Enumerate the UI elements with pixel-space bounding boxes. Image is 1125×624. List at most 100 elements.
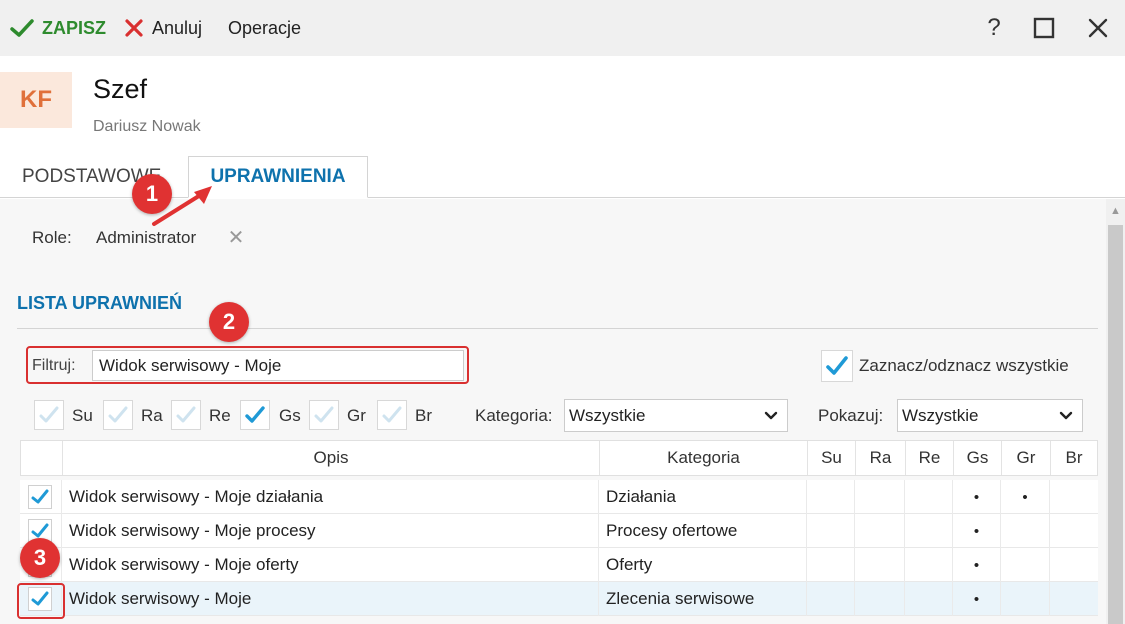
show-select-value: Wszystkie	[902, 405, 979, 425]
cell-gr[interactable]	[1000, 548, 1049, 582]
toggle-gs-label: Gs	[279, 406, 301, 425]
cell-gs[interactable]: •	[952, 480, 1000, 514]
column-header-opis[interactable]: Opis	[62, 441, 599, 475]
toggle-re-label: Re	[209, 406, 231, 425]
table-row[interactable]: Widok serwisowy - Moje oferty Oferty •	[20, 548, 1098, 582]
toggle-su-checkbox[interactable]	[34, 400, 64, 430]
checkmark-icon	[382, 406, 402, 423]
cell-re[interactable]	[904, 582, 952, 616]
toggle-gs-checkbox[interactable]	[240, 400, 270, 430]
column-header-re[interactable]: Re	[905, 441, 953, 475]
checkmark-icon	[108, 406, 128, 423]
category-select[interactable]: Wszystkie	[564, 399, 788, 432]
cell-gr[interactable]: •	[1000, 480, 1049, 514]
checkmark-icon	[176, 406, 196, 423]
avatar: KF	[0, 72, 72, 128]
toggle-br-label: Br	[415, 406, 432, 425]
table-row[interactable]: Widok serwisowy - Moje procesy Procesy o…	[20, 514, 1098, 548]
cell-opis: Widok serwisowy - Moje oferty	[61, 548, 598, 582]
column-header-ra[interactable]: Ra	[855, 441, 905, 475]
cell-gs[interactable]: •	[952, 582, 1000, 616]
category-select-value: Wszystkie	[569, 405, 646, 425]
toggle-ra-label: Ra	[141, 406, 163, 425]
maximize-icon	[1033, 17, 1055, 39]
row-checkbox[interactable]	[28, 485, 52, 509]
category-label: Kategoria:	[475, 406, 553, 425]
select-all-label: Zaznacz/odznacz wszystkie	[859, 356, 1069, 375]
column-header-gs[interactable]: Gs	[953, 441, 1001, 475]
column-header-su[interactable]: Su	[807, 441, 855, 475]
cell-kategoria: Oferty	[598, 548, 806, 582]
column-header-br[interactable]: Br	[1050, 441, 1097, 475]
chevron-down-icon	[764, 411, 778, 420]
cell-kategoria: Działania	[598, 480, 806, 514]
role-chip: Administrator	[96, 228, 197, 247]
cell-ra[interactable]	[854, 480, 904, 514]
save-button[interactable]: ZAPISZ	[10, 0, 106, 56]
checkmark-icon	[31, 489, 49, 504]
column-header-select	[21, 441, 62, 475]
toggle-ra-checkbox[interactable]	[103, 400, 133, 430]
cell-ra[interactable]	[854, 548, 904, 582]
cell-gs[interactable]: •	[952, 514, 1000, 548]
help-button[interactable]: ?	[978, 12, 1010, 44]
cell-ra[interactable]	[854, 514, 904, 548]
cell-su[interactable]	[806, 548, 854, 582]
table-row[interactable]: Widok serwisowy - Moje działania Działan…	[20, 480, 1098, 514]
cell-su[interactable]	[806, 514, 854, 548]
remove-role-icon[interactable]: ✕	[226, 226, 246, 249]
checkbox-highlight-frame	[17, 583, 65, 619]
column-header-gr[interactable]: Gr	[1001, 441, 1050, 475]
operations-menu[interactable]: Operacje	[228, 0, 301, 56]
show-label: Pokazuj:	[818, 406, 884, 425]
cell-su[interactable]	[806, 582, 854, 616]
annotation-callout-1: 1	[132, 174, 172, 214]
toggle-gr-label: Gr	[347, 406, 366, 425]
close-window-button[interactable]	[1082, 12, 1114, 44]
cell-re[interactable]	[904, 480, 952, 514]
toggle-gr-checkbox[interactable]	[309, 400, 339, 430]
close-icon	[1088, 18, 1108, 38]
scroll-thumb[interactable]	[1108, 225, 1123, 624]
checkmark-icon	[31, 523, 49, 538]
maximize-button[interactable]	[1028, 12, 1060, 44]
scroll-up-arrow-icon[interactable]: ▲	[1106, 203, 1125, 219]
cell-gr[interactable]	[1000, 582, 1049, 616]
checkmark-icon	[10, 19, 34, 37]
cell-ra[interactable]	[854, 582, 904, 616]
vertical-scrollbar[interactable]: ▲	[1106, 199, 1125, 624]
checkmark-icon	[245, 406, 265, 423]
checkmark-icon	[39, 406, 59, 423]
cell-gs[interactable]: •	[952, 548, 1000, 582]
toggle-br-checkbox[interactable]	[377, 400, 407, 430]
select-all-checkbox[interactable]	[821, 350, 853, 382]
cell-opis: Widok serwisowy - Moje działania	[61, 480, 598, 514]
cell-br[interactable]	[1049, 548, 1096, 582]
toggle-re-checkbox[interactable]	[171, 400, 201, 430]
section-title: LISTA UPRAWNIEŃ	[17, 293, 182, 313]
cell-kategoria: Zlecenia serwisowe	[598, 582, 806, 616]
show-select[interactable]: Wszystkie	[897, 399, 1083, 432]
cell-br[interactable]	[1049, 582, 1096, 616]
cell-opis: Widok serwisowy - Moje	[61, 582, 598, 616]
cell-kategoria: Procesy ofertowe	[598, 514, 806, 548]
filter-highlight-frame	[26, 346, 469, 384]
checkmark-icon	[314, 406, 334, 423]
cancel-button[interactable]: Anuluj	[124, 0, 202, 56]
cell-gr[interactable]	[1000, 514, 1049, 548]
cell-re[interactable]	[904, 514, 952, 548]
grid-header: Opis Kategoria Su Ra Re Gs Gr Br	[20, 440, 1098, 476]
table-row[interactable]: Widok serwisowy - Moje Zlecenia serwisow…	[20, 582, 1098, 616]
page-title: Szef	[93, 74, 148, 104]
page-subtitle: Dariusz Nowak	[93, 118, 201, 135]
roles-label: Role:	[32, 228, 72, 247]
cell-br[interactable]	[1049, 480, 1096, 514]
cell-su[interactable]	[806, 480, 854, 514]
chevron-down-icon	[1059, 411, 1073, 420]
cell-re[interactable]	[904, 548, 952, 582]
section-divider	[17, 328, 1098, 329]
annotation-callout-2: 2	[209, 302, 249, 342]
cancel-label: Anuluj	[152, 17, 203, 38]
cell-br[interactable]	[1049, 514, 1096, 548]
column-header-kategoria[interactable]: Kategoria	[599, 441, 807, 475]
